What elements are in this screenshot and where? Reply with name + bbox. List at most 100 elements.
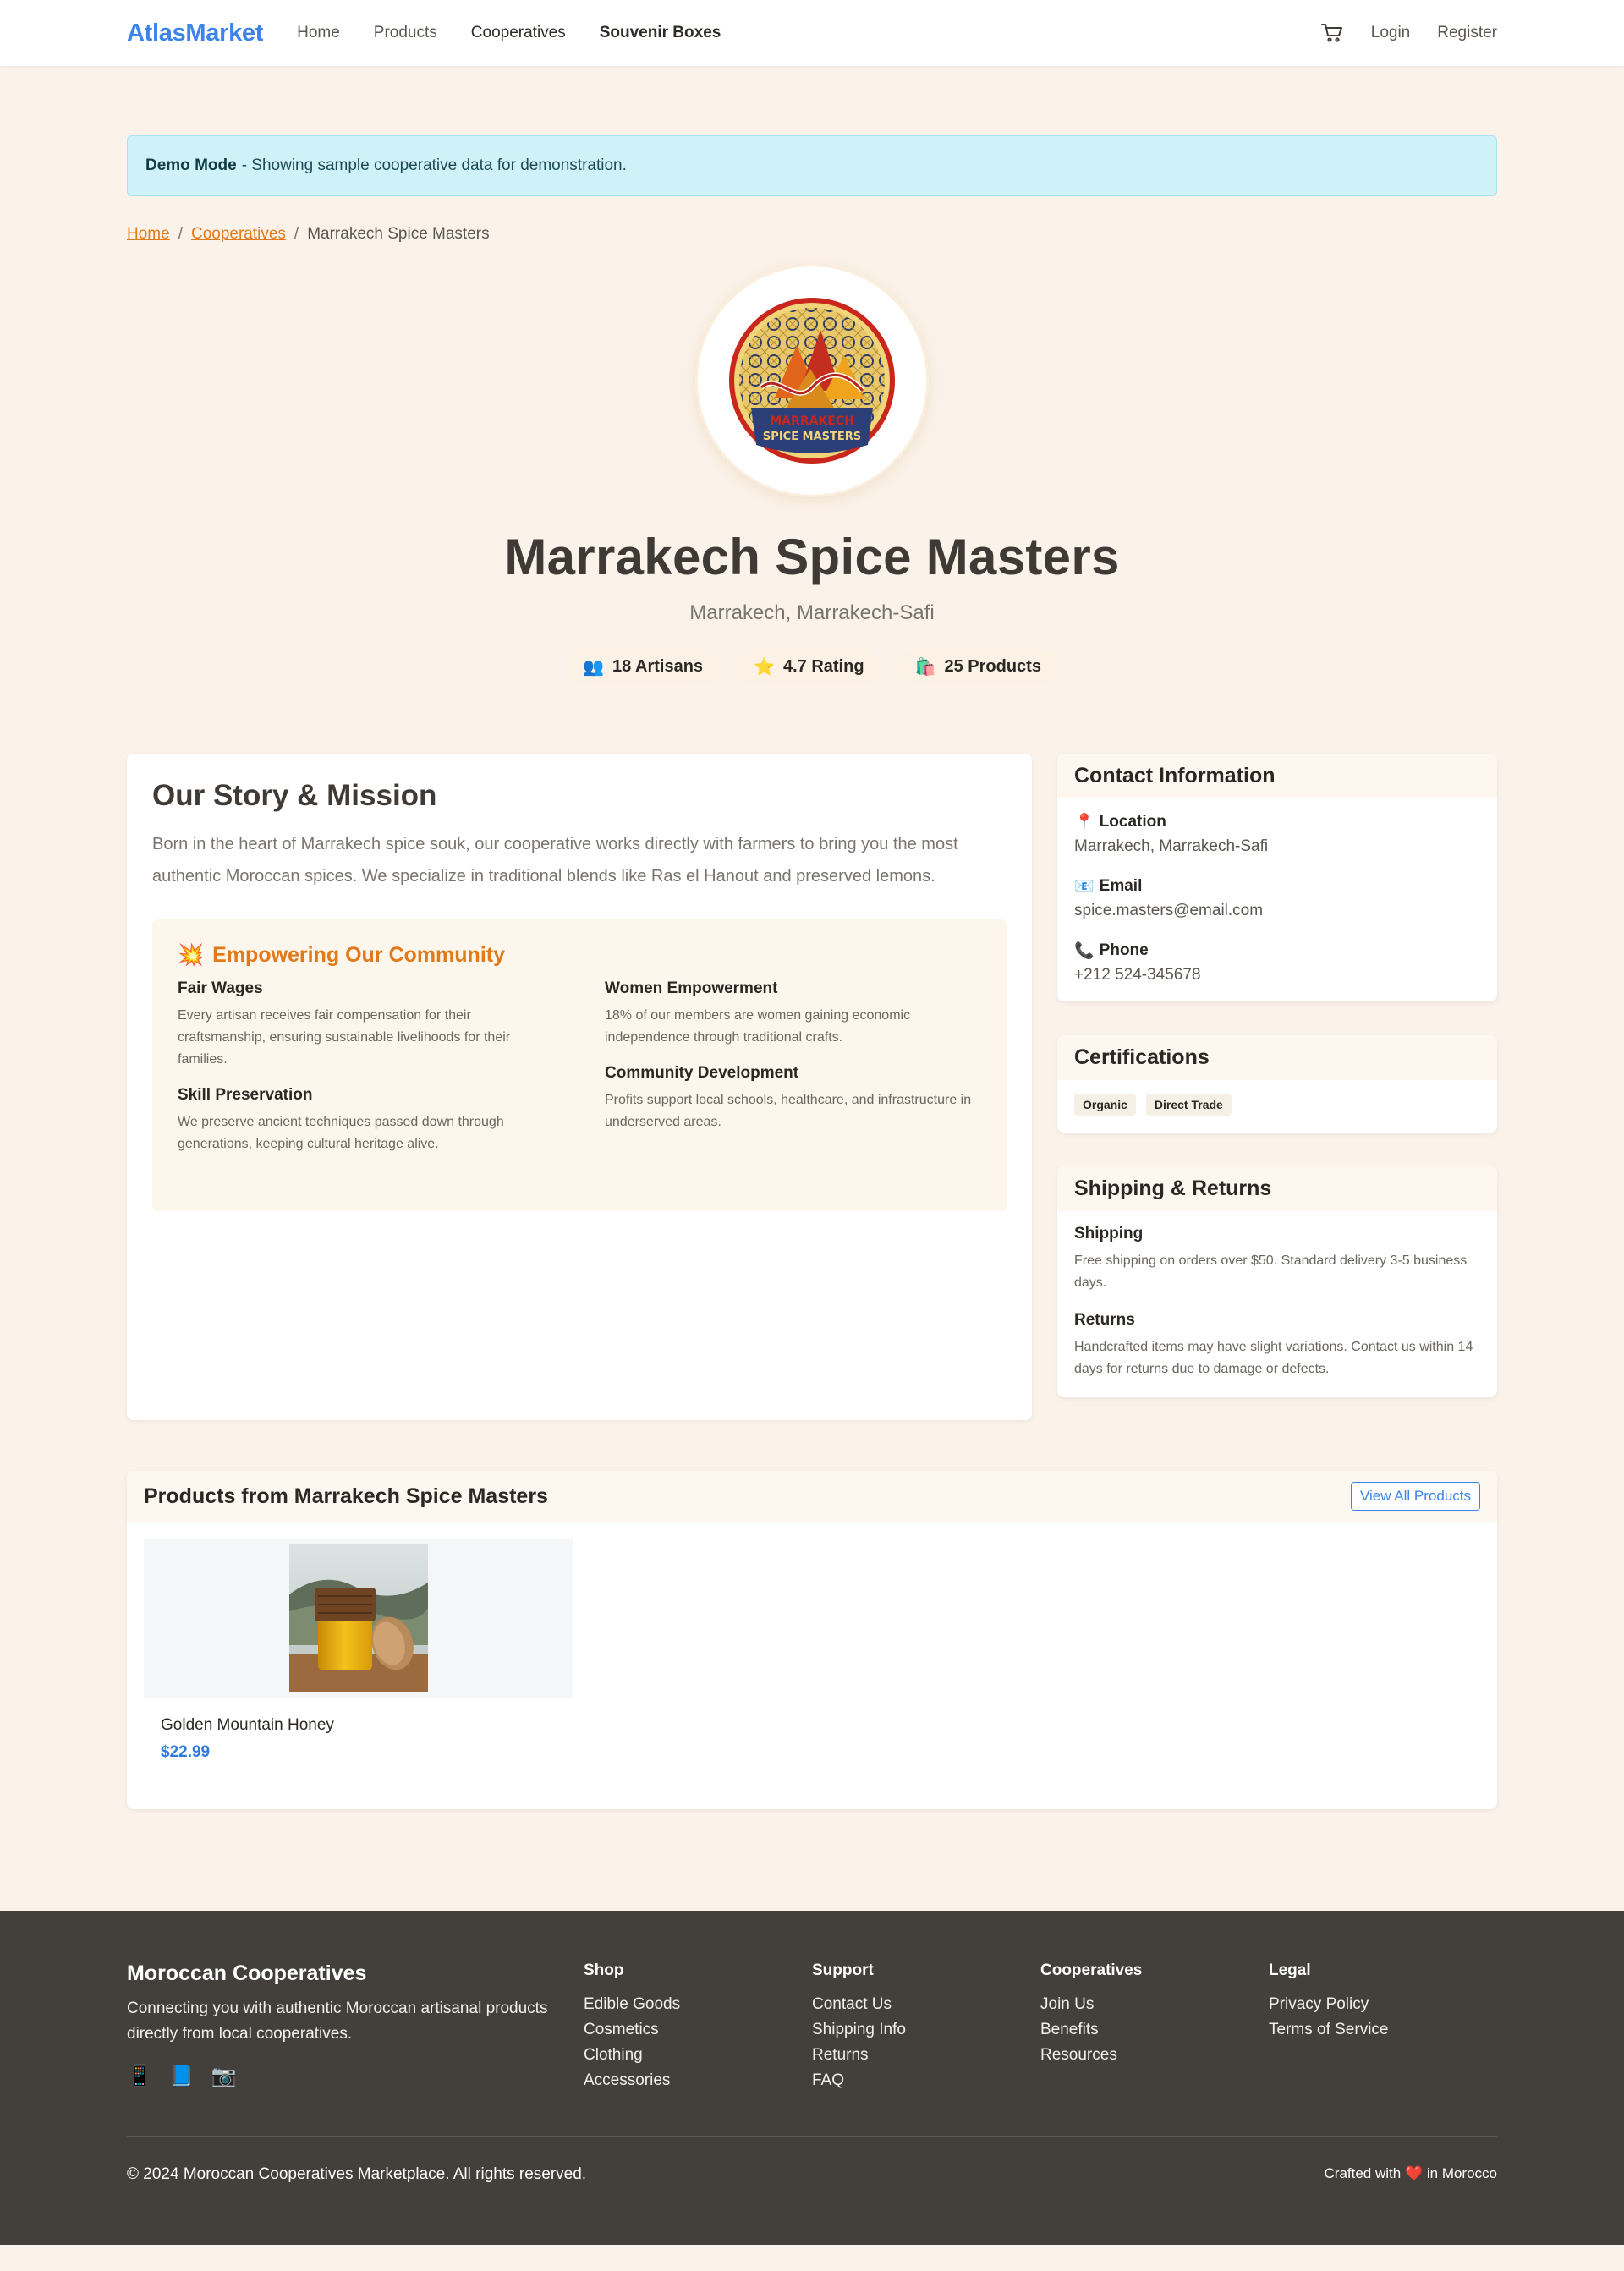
empowerment-title: 💥 Empowering Our Community — [178, 943, 981, 968]
contact-phone: 📞 Phone +212 524-345678 — [1074, 941, 1480, 985]
main-nav: Home Products Cooperatives Souvenir Boxe… — [297, 24, 721, 42]
empowerment-item: Skill Preservation We preserve ancient t… — [178, 1086, 554, 1155]
nav-souvenir-boxes[interactable]: Souvenir Boxes — [600, 24, 721, 42]
product-price: $22.99 — [161, 1743, 211, 1761]
brand-logo[interactable]: AtlasMarket — [127, 19, 263, 47]
footer-brand-title: Moroccan Cooperatives — [127, 1961, 367, 1985]
empowerment-box: 💥 Empowering Our Community Fair Wages Ev… — [152, 919, 1007, 1211]
footer-link-privacy-policy[interactable]: Privacy Policy — [1269, 1992, 1497, 2017]
footer-cooperatives-title: Cooperatives — [1040, 1961, 1143, 1979]
stat-artisans: 👥 18 Artisans — [566, 649, 721, 684]
heart-icon: ❤️ — [1404, 2165, 1424, 2181]
camera-icon[interactable]: 📷 — [211, 2064, 237, 2088]
top-navbar: AtlasMarket Home Products Cooperatives S… — [0, 0, 1624, 66]
mobile-phone-icon[interactable]: 📱 — [127, 2064, 152, 2088]
contact-title: Contact Information — [1057, 754, 1497, 798]
shipping-title: Shipping — [1074, 1225, 1144, 1242]
view-all-products-button[interactable]: View All Products — [1350, 1482, 1480, 1511]
pin-icon: 📍 — [1074, 814, 1095, 831]
empowerment-item-title: Skill Preservation — [178, 1086, 313, 1104]
footer-inner: Moroccan Cooperatives Connecting you wit… — [127, 1911, 1497, 2184]
shipping-body: Shipping Free shipping on orders over $5… — [1057, 1211, 1497, 1397]
stat-label: 25 Products — [944, 656, 1041, 676]
footer-shop-title: Shop — [584, 1961, 624, 1979]
footer-link-resources[interactable]: Resources — [1040, 2043, 1269, 2068]
empowerment-item-text: Every artisan receives fair compensation… — [178, 1008, 511, 1067]
main-content: Demo Mode - Showing sample cooperative d… — [127, 135, 1497, 1809]
empowerment-item-title: Women Empowerment — [605, 979, 778, 997]
footer-link-shipping-info[interactable]: Shipping Info — [812, 2017, 1040, 2043]
phone-value[interactable]: +212 524-345678 — [1074, 966, 1480, 985]
footer-tagline: Connecting you with authentic Moroccan a… — [127, 1999, 548, 2043]
contact-body: 📍 Location Marrakech, Marrakech-Safi 📧 E… — [1057, 798, 1497, 1001]
copyright-text: © 2024 Moroccan Cooperatives Marketplace… — [127, 2165, 587, 2183]
cooperative-logo: MARRAKECH SPICE MASTERS — [695, 264, 929, 497]
nav-home[interactable]: Home — [297, 24, 340, 42]
empowerment-item-title: Fair Wages — [178, 979, 263, 997]
footer-link-contact-us[interactable]: Contact Us — [812, 1992, 1040, 2017]
stat-products: 🛍️ 25 Products — [897, 649, 1058, 684]
site-footer: Moroccan Cooperatives Connecting you wit… — [0, 1911, 1624, 2245]
footer-link-returns[interactable]: Returns — [812, 2043, 1040, 2068]
label-text: Phone — [1099, 941, 1149, 959]
footer-link-accessories[interactable]: Accessories — [584, 2068, 812, 2093]
product-name[interactable]: Golden Mountain Honey — [161, 1716, 573, 1735]
location-label: 📍 Location — [1074, 812, 1480, 832]
footer-link-cosmetics[interactable]: Cosmetics — [584, 2017, 812, 2043]
certifications-title: Certifications — [1057, 1035, 1497, 1080]
email-label: 📧 Email — [1074, 876, 1480, 897]
footer-link-join-us[interactable]: Join Us — [1040, 1992, 1269, 2017]
footer-link-terms-of-service[interactable]: Terms of Service — [1269, 2017, 1497, 2043]
returns-title: Returns — [1074, 1311, 1135, 1329]
login-link[interactable]: Login — [1371, 24, 1411, 42]
certification-tag-organic: Organic — [1074, 1094, 1136, 1116]
certification-tags: Organic Direct Trade — [1074, 1094, 1480, 1116]
shipping-card: Shipping & Returns Shipping Free shippin… — [1057, 1166, 1497, 1397]
footer-link-edible-goods[interactable]: Edible Goods — [584, 1992, 812, 2017]
phone-icon: 📞 — [1074, 942, 1095, 960]
story-card: Our Story & Mission Born in the heart of… — [127, 754, 1032, 1420]
nav-cooperatives[interactable]: Cooperatives — [471, 24, 566, 42]
returns-text: Handcrafted items may have slight variat… — [1074, 1340, 1473, 1376]
alert-text: - Showing sample cooperative data for de… — [241, 156, 627, 174]
breadcrumb: Home / Cooperatives / Marrakech Spice Ma… — [127, 225, 1497, 244]
breadcrumb-separator: / — [178, 225, 183, 243]
contact-location: 📍 Location Marrakech, Marrakech-Safi — [1074, 812, 1480, 856]
empowerment-item: Community Development Profits support lo… — [605, 1064, 981, 1133]
footer-brand: Moroccan Cooperatives Connecting you wit… — [127, 1961, 584, 2093]
crafted-prefix: Crafted with — [1324, 2165, 1402, 2181]
footer-support-column: Support Contact Us Shipping Info Returns… — [812, 1961, 1040, 2093]
alert-title: Demo Mode — [145, 156, 237, 174]
empowerment-item-title: Community Development — [605, 1064, 799, 1082]
book-icon[interactable]: 📘 — [169, 2064, 195, 2088]
label-text: Email — [1099, 877, 1143, 895]
product-card[interactable]: Golden Mountain Honey $22.99 — [144, 1539, 573, 1762]
email-value[interactable]: spice.masters@email.com — [1074, 902, 1480, 920]
footer-link-faq[interactable]: FAQ — [812, 2068, 1040, 2093]
shopping-bags-icon: 🛍️ — [914, 657, 936, 677]
footer-link-clothing[interactable]: Clothing — [584, 2043, 812, 2068]
breadcrumb-current: Marrakech Spice Masters — [307, 225, 490, 243]
contact-card: Contact Information 📍 Location Marrakech… — [1057, 754, 1497, 1001]
burst-icon: 💥 — [178, 943, 205, 967]
products-section: Products from Marrakech Spice Masters Vi… — [127, 1471, 1497, 1809]
register-link[interactable]: Register — [1437, 24, 1497, 42]
product-image[interactable] — [144, 1539, 573, 1698]
nav-products[interactable]: Products — [374, 24, 437, 42]
logo-text-line2: SPICE MASTERS — [763, 431, 861, 443]
nav-right: Login Register — [1320, 21, 1497, 45]
details-section: Our Story & Mission Born in the heart of… — [127, 754, 1497, 1420]
contact-email: 📧 Email spice.masters@email.com — [1074, 876, 1480, 920]
empowerment-item: Fair Wages Every artisan receives fair c… — [178, 979, 554, 1071]
cooperative-stats: 👥 18 Artisans ⭐ 4.7 Rating 🛍️ 25 Product… — [127, 649, 1497, 684]
stat-label: 18 Artisans — [612, 656, 704, 676]
artisans-icon: 👥 — [583, 657, 604, 677]
products-title: Products from Marrakech Spice Masters — [144, 1484, 548, 1508]
footer-link-benefits[interactable]: Benefits — [1040, 2017, 1269, 2043]
breadcrumb-cooperatives[interactable]: Cooperatives — [191, 225, 286, 244]
story-text: Born in the heart of Marrakech spice sou… — [152, 835, 958, 886]
returns-info: Returns Handcrafted items may have sligh… — [1074, 1311, 1480, 1380]
footer-columns: Moroccan Cooperatives Connecting you wit… — [127, 1961, 1497, 2093]
breadcrumb-home[interactable]: Home — [127, 225, 170, 244]
cart-icon[interactable] — [1320, 21, 1344, 45]
